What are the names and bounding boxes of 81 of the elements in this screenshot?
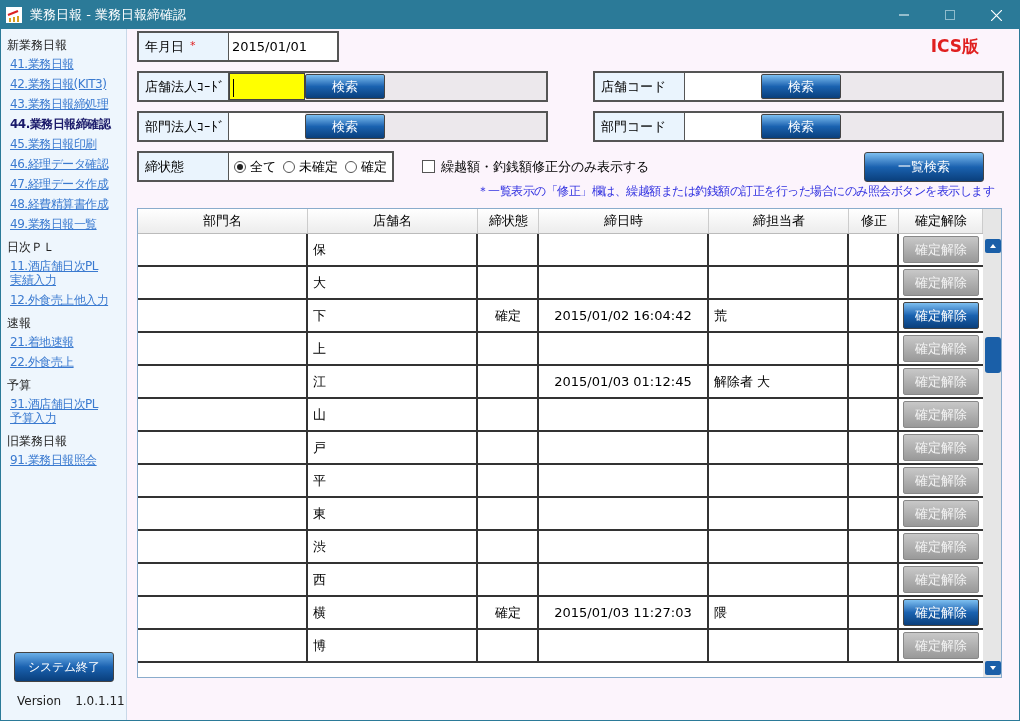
table-cell: 戸: [308, 432, 478, 463]
search-button[interactable]: 検索: [305, 114, 385, 139]
table-cell: 2015/01/02 16:04:42: [539, 300, 709, 331]
table-cell: 下: [308, 300, 478, 331]
status-radio[interactable]: 全て: [234, 156, 276, 177]
code-field[interactable]: [229, 113, 305, 140]
code-label: 店舗コード: [595, 73, 685, 100]
section-heading: 速報: [7, 315, 32, 332]
table-cell: 博: [308, 630, 478, 661]
code-field[interactable]: [229, 73, 305, 100]
code-field[interactable]: [685, 73, 761, 100]
nav-link[interactable]: 31.酒店舗日次PL 予算入力: [10, 397, 98, 425]
section-heading: 旧業務日報: [7, 433, 68, 450]
table-cell: 隈: [709, 597, 849, 628]
release-button[interactable]: 確定解除: [903, 599, 979, 626]
note-text: ＊一覧表示の「修正」欄は、繰越額または釣銭額の訂正を行った場合にのみ照会ボタンを表示します: [476, 184, 994, 198]
table-cell: 東: [308, 498, 478, 529]
minimize-icon: [899, 14, 909, 16]
table-cell: 江: [308, 366, 478, 397]
nav-link[interactable]: 48.経費精算書作成: [10, 197, 109, 211]
code-label: 部門法人ｺｰﾄﾞ: [139, 113, 229, 140]
table-cell: 山: [308, 399, 478, 430]
nav-link[interactable]: 22.外食売上: [10, 355, 74, 369]
table-cell: 荒: [709, 300, 849, 331]
status-radio[interactable]: 確定: [345, 156, 387, 177]
status-radio[interactable]: 未確定: [283, 156, 338, 177]
table-cell: 保: [308, 234, 478, 265]
table-cell: 2015/01/03 11:27:03: [539, 597, 709, 628]
section-heading: 予算: [7, 377, 32, 394]
release-button[interactable]: 確定解除: [903, 302, 979, 329]
column-header[interactable]: 部門名: [138, 209, 308, 233]
nav-link[interactable]: 49.業務日報一覧: [10, 217, 97, 231]
column-header[interactable]: 締日時: [539, 209, 709, 233]
close-icon: [990, 9, 1002, 21]
table-cell: 西: [308, 564, 478, 595]
search-button[interactable]: 検索: [305, 74, 385, 99]
nav-link[interactable]: 91.業務日報照会: [10, 453, 97, 467]
list-search-button[interactable]: 一覧検索: [864, 151, 984, 182]
column-header[interactable]: 締状態: [478, 209, 539, 233]
scroll-thumb[interactable]: [985, 337, 1001, 373]
nav-link[interactable]: 12.外食売上他入力: [10, 293, 109, 307]
code-field[interactable]: [685, 113, 761, 140]
table-cell: 横: [308, 597, 478, 628]
nav-link[interactable]: 41.業務日報: [10, 57, 74, 71]
code-label: 部門コード: [595, 113, 685, 140]
section-heading: 日次ＰＬ: [7, 239, 56, 256]
scrollbar[interactable]: [983, 209, 1001, 677]
nav-link[interactable]: 11.酒店舗日次PL 実績入力: [10, 259, 98, 287]
table-cell: 確定: [478, 597, 539, 628]
nav-link[interactable]: 42.業務日報(KIT3): [10, 77, 107, 91]
version-number: 1.0.1.11: [75, 693, 125, 710]
nav-link[interactable]: 43.業務日報締処理: [10, 97, 109, 111]
app-icon: [6, 7, 22, 23]
search-button[interactable]: 検索: [761, 114, 841, 139]
nav-link[interactable]: 45.業務日報印刷: [10, 137, 97, 151]
maximize-icon: [945, 10, 955, 20]
search-button[interactable]: 検索: [761, 74, 841, 99]
version-label: Version: [17, 693, 62, 710]
nav-link[interactable]: 21.着地速報: [10, 335, 74, 349]
column-header[interactable]: 締担当者: [709, 209, 849, 233]
filter-checkbox[interactable]: 繰越額・釣銭額修正分のみ表示する: [422, 156, 649, 177]
code-label: 店舗法人ｺｰﾄﾞ: [139, 73, 229, 100]
table-cell: 解除者 大: [709, 366, 849, 397]
nav-link[interactable]: 44.業務日報締確認: [10, 117, 111, 131]
scroll-down-icon[interactable]: [985, 661, 1001, 675]
table-cell: 平: [308, 465, 478, 496]
table-cell: 確定: [478, 300, 539, 331]
table-cell: 2015/01/03 01:12:45: [539, 366, 709, 397]
table-cell: 上: [308, 333, 478, 364]
status-label: 締状態: [139, 153, 229, 180]
column-header[interactable]: 修正: [849, 209, 899, 233]
scroll-up-icon[interactable]: [985, 239, 1001, 253]
table-cell: 渋: [308, 531, 478, 562]
column-header[interactable]: 店舗名: [308, 209, 478, 233]
window-title: 業務日報 - 業務日報締確認: [30, 6, 186, 25]
nav-link[interactable]: 47.経理データ作成: [10, 177, 109, 191]
table-cell: 大: [308, 267, 478, 298]
exit-button[interactable]: システム終了: [13, 652, 114, 682]
nav-link[interactable]: 46.経理データ確認: [10, 157, 109, 171]
edition-label: ICS版: [930, 34, 979, 58]
section-heading: 新業務日報: [7, 37, 68, 54]
